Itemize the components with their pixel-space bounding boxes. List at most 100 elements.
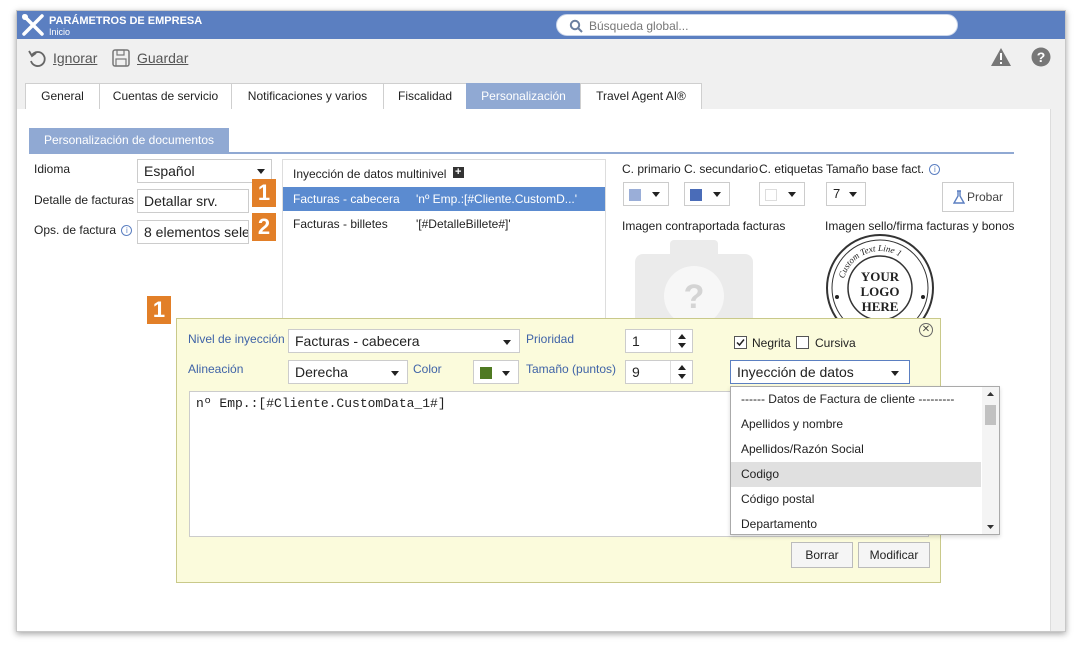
base-size-value: 7: [833, 186, 841, 201]
dialog-step-badge: 1: [147, 296, 171, 324]
primary-color-swatch: [629, 189, 641, 201]
modify-button[interactable]: Modificar: [858, 542, 930, 568]
step-badge-2: 2: [252, 213, 276, 241]
ops-select[interactable]: 8 elementos sele: [137, 220, 249, 244]
dropdown-group-header: ------ Datos de Factura de cliente -----…: [741, 392, 955, 406]
flask-icon: [953, 190, 965, 204]
chevron-down-icon: [652, 192, 660, 197]
base-size-select[interactable]: 7: [826, 182, 866, 206]
injection-row-value: '[#DetalleBillete#]': [416, 217, 511, 231]
align-select[interactable]: Derecha: [288, 360, 408, 384]
labels-color-picker[interactable]: [759, 182, 805, 206]
injection-panel: Inyección de datos multinivel + Facturas…: [282, 159, 606, 319]
svg-text:HERE: HERE: [862, 299, 899, 314]
app-title: PARÁMETROS DE EMPRESA: [49, 15, 203, 27]
primary-color-label: C. primario: [622, 162, 681, 176]
injection-row-facturas-billetes[interactable]: Facturas - billetes '[#DetalleBillete#]': [283, 212, 605, 236]
warning-icon[interactable]: [990, 47, 1012, 67]
search-icon: [569, 19, 583, 33]
priority-stepper[interactable]: 1: [625, 329, 693, 353]
svg-text:?: ?: [1037, 49, 1046, 65]
ops-value: 8 elementos sele: [144, 224, 249, 240]
step-badge-1: 1: [252, 179, 276, 207]
chevron-down-icon: [713, 192, 721, 197]
ops-label: Ops. de factura i: [34, 223, 133, 237]
section-tab[interactable]: Personalización de documentos: [29, 128, 229, 152]
labels-color-label: C. etiquetas: [759, 162, 824, 176]
dropdown-item-highlighted[interactable]: Codigo: [731, 462, 981, 487]
injection-row-name: Facturas - cabecera: [293, 192, 400, 206]
level-value: Facturas - cabecera: [295, 333, 420, 349]
italic-label: Cursiva: [815, 336, 856, 350]
align-label: Alineación: [188, 362, 244, 376]
size-spin-buttons[interactable]: [670, 361, 692, 383]
ignore-button[interactable]: Ignorar: [27, 47, 117, 69]
priority-spin-buttons[interactable]: [670, 330, 692, 352]
info-icon[interactable]: i: [929, 164, 941, 176]
tab-fiscalidad[interactable]: Fiscalidad: [383, 83, 467, 110]
secondary-color-label: C. secundario: [684, 162, 759, 176]
scroll-down-icon[interactable]: [982, 520, 999, 534]
editor-text: nº Emp.:[#Cliente.CustomData_1#]: [196, 396, 446, 411]
size-label: Tamaño (puntos): [526, 362, 617, 376]
injection-data-value: Inyección de datos: [737, 364, 854, 380]
seal-image-label: Imagen sello/firma facturas y bonos: [825, 219, 1015, 233]
align-value: Derecha: [295, 364, 348, 380]
probar-button[interactable]: Probar: [942, 182, 1014, 212]
svg-text:LOGO: LOGO: [860, 284, 899, 299]
tab-notificaciones[interactable]: Notificaciones y varios: [231, 83, 384, 110]
arrow-down-icon: [678, 374, 686, 379]
global-search-input[interactable]: Búsqueda global...: [556, 14, 958, 36]
primary-color-picker[interactable]: [623, 182, 669, 206]
scroll-thumb[interactable]: [985, 405, 996, 425]
priority-label: Prioridad: [526, 332, 575, 346]
arrow-down-icon: [678, 343, 686, 348]
bold-checkbox[interactable]: [734, 336, 747, 349]
injection-row-name: Facturas - billetes: [293, 217, 388, 231]
injection-data-dropdown: ------ Datos de Factura de cliente -----…: [730, 386, 1000, 535]
tab-cuentas-servicio[interactable]: Cuentas de servicio: [99, 83, 232, 110]
injection-data-select[interactable]: Inyección de datos: [730, 360, 910, 384]
tab-personalizacion[interactable]: Personalización: [466, 83, 581, 110]
toolbar: Ignorar Guardar ?: [17, 39, 1065, 75]
dropdown-item[interactable]: Apellidos/Razón Social: [731, 437, 981, 462]
tab-general[interactable]: General: [25, 83, 100, 110]
bold-label: Negrita: [752, 336, 791, 350]
scroll-up-icon[interactable]: [982, 387, 999, 401]
injection-row-value: 'nº Emp.:[#Cliente.CustomD...': [416, 192, 578, 206]
title-bar: PARÁMETROS DE EMPRESA Inicio Búsqueda gl…: [17, 11, 1065, 39]
undo-icon: [28, 50, 46, 67]
help-icon[interactable]: ?: [1031, 47, 1051, 67]
secondary-color-picker[interactable]: [684, 182, 730, 206]
detalle-select[interactable]: Detallar srv.: [137, 189, 249, 213]
svg-text:?: ?: [684, 278, 705, 316]
close-icon[interactable]: ✕: [919, 323, 933, 337]
base-size-label: Tamaño base fact. i: [826, 162, 941, 176]
checkmark-icon: [736, 339, 745, 347]
dropdown-scrollbar[interactable]: [982, 387, 999, 534]
ignore-label: Ignorar: [53, 50, 98, 66]
chevron-down-icon: [503, 340, 511, 345]
detalle-label: Detalle de facturas: [34, 193, 135, 207]
breadcrumb[interactable]: Inicio: [49, 27, 70, 37]
color-picker[interactable]: [473, 360, 519, 384]
detalle-value: Detallar srv.: [144, 193, 218, 209]
dropdown-item[interactable]: Código postal: [731, 487, 981, 512]
italic-checkbox[interactable]: [796, 336, 809, 349]
save-label: Guardar: [137, 50, 189, 66]
size-stepper[interactable]: 9: [625, 360, 693, 384]
level-select[interactable]: Facturas - cabecera: [288, 329, 520, 353]
injection-row-facturas-cabecera[interactable]: Facturas - cabecera 'nº Emp.:[#Cliente.C…: [283, 187, 605, 211]
dropdown-item[interactable]: Apellidos y nombre: [731, 412, 981, 437]
info-icon[interactable]: i: [121, 225, 133, 237]
injection-text-editor[interactable]: nº Emp.:[#Cliente.CustomData_1#]: [189, 391, 734, 537]
priority-value: 1: [632, 333, 640, 349]
add-icon[interactable]: +: [452, 167, 464, 178]
dropdown-item[interactable]: Departamento: [731, 512, 981, 534]
size-value: 9: [632, 364, 640, 380]
delete-button[interactable]: Borrar: [791, 542, 853, 568]
save-button[interactable]: Guardar: [111, 47, 211, 69]
chevron-down-icon: [788, 192, 796, 197]
tab-travel-agent-ai[interactable]: Travel Agent AI®: [580, 83, 702, 110]
idioma-value: Español: [144, 163, 195, 179]
